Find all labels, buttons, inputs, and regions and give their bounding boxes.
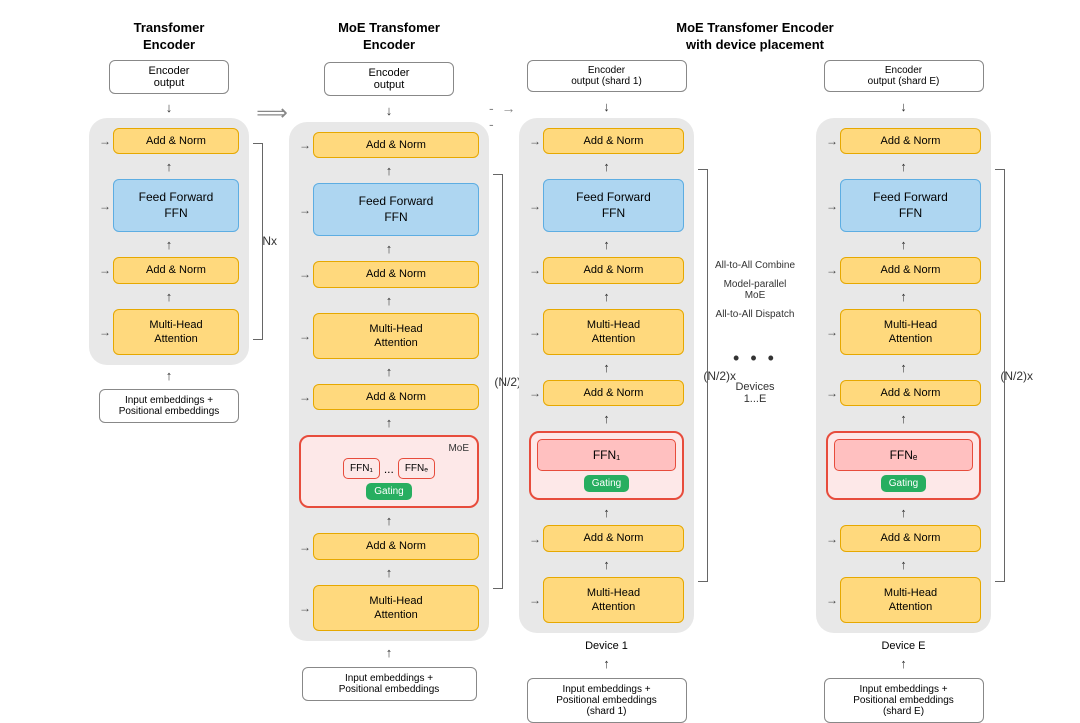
de-moe-ffn: FFNₑ [834,439,973,471]
arrow-1-2: ⟹ [249,20,289,126]
dots-middle: • • • [733,348,777,369]
moe-ffn-e: FFNₑ [398,458,435,479]
d1-gating: Gating [584,475,629,492]
te-attention: Multi-Head Attention [113,309,239,356]
te-arrow-add2: → [99,263,111,277]
d1-add-norm-1: Add & Norm [543,128,684,154]
de-input: Input embeddings + Positional embeddings… [824,678,984,723]
moe-dots: ... [384,462,394,476]
te-ffn: Feed Forward FFN [113,179,239,232]
moe-encoder-output-label: Encoder output [324,62,454,96]
de-moe-box: FFNₑ Gating [826,431,981,500]
de-encoder-box: (N/2)x → Add & Norm ↑ → Feed Forward FFN… [816,118,991,634]
de-add-norm-bot: Add & Norm [840,525,981,551]
d1-encoder-output: Encoder output (shard 1) [527,60,687,92]
de-add-norm-2: Add & Norm [840,257,981,283]
te-nx-label: Nx [262,234,277,248]
moe-add-norm-bottom: Add & Norm [313,533,479,559]
moe-device-section: MoE Transfomer Encoder with device place… [519,20,991,723]
d1-add-norm-pre: Add & Norm [543,380,684,406]
conn-label-combine: All-to-All Combine [715,260,795,271]
moe-attention-mid: Multi-Head Attention [313,313,479,360]
moe-ffn-top: Feed Forward FFN [313,183,479,236]
diagram-container: Transfomer Encoder Encoder output ↓ Nx →… [0,0,1080,653]
de-ffn: Feed Forward FFN [840,179,981,232]
moe-encoder-section: MoE Transfomer Encoder Encoder output ↓ … [289,20,489,701]
te-input: Input embeddings + Positional embeddings [99,389,239,423]
d1-ffn: Feed Forward FFN [543,179,684,232]
d1-attention-mid: Multi-Head Attention [543,309,684,356]
de-encoder-output: Encoder output (shard E) [824,60,984,92]
te-arrow-ffn: → [99,199,111,213]
de-add-norm-1: Add & Norm [840,128,981,154]
d1-attention-bot: Multi-Head Attention [543,577,684,624]
device-columns-wrapper: Encoder output (shard 1) ↓ (N/2)x → Add … [519,60,991,723]
d1-add-norm-bot: Add & Norm [543,525,684,551]
te-add-norm-2: Add & Norm [113,257,239,283]
device-e-col: Encoder output (shard E) ↓ (N/2)x → Add … [816,60,991,723]
d1-moe-box: FFN₁ Gating [529,431,684,500]
d1-moe-ffn: FFN₁ [537,439,676,471]
moe-gating: Gating [366,483,411,500]
te-v-arrow-1: ↑ [166,159,173,174]
moe-ffn-1: FFN₁ [343,458,380,479]
te-encoder-box: Nx → Add & Norm ↑ → Feed Forward FFN ↑ →… [89,118,249,365]
moe-add-norm-2: Add & Norm [313,261,479,287]
transformer-encoder-section: Transfomer Encoder Encoder output ↓ Nx →… [89,20,249,423]
conn-label-dispatch: All-to-All Dispatch [716,309,795,320]
conn-label-model-parallel: Model-parallel MoE [724,279,787,301]
te-v-arrow-3: ↑ [166,289,173,304]
transformer-encoder-title: Transfomer Encoder [134,20,205,54]
de-gating: Gating [881,475,926,492]
device-1-col: Encoder output (shard 1) ↓ (N/2)x → Add … [519,60,694,723]
arrow-2-3: - → - [489,20,519,132]
de-add-norm-pre: Add & Norm [840,380,981,406]
d1-input: Input embeddings + Positional embeddings… [527,678,687,723]
connection-labels: All-to-All Combine Model-parallel MoE Al… [700,60,810,405]
moe-encoder-box: (N/2)x → Add & Norm ↑ → Feed Forward FFN… [289,122,489,642]
moe-add-norm-pre: Add & Norm [313,384,479,410]
de-nx: (N/2)x [1000,369,1033,383]
de-device-label: Device E [881,640,925,652]
moe-ffn-row: FFN₁ ... FFNₑ [307,458,471,479]
moe-add-norm-top: Add & Norm [313,132,479,158]
moe-ffn-box: MoE FFN₁ ... FFNₑ Gating [299,435,479,508]
de-attention-bot: Multi-Head Attention [840,577,981,624]
d1-add-norm-2: Add & Norm [543,257,684,283]
moe-device-title: MoE Transfomer Encoder with device place… [676,20,833,54]
te-arrow-add1: → [99,134,111,148]
moe-encoder-title: MoE Transfomer Encoder [338,20,440,54]
moe-label-top: MoE [307,443,471,454]
te-arrow-attn: → [99,325,111,339]
te-down-arrow-2: ↑ [166,369,173,382]
moe-down-arrow-top: ↓ [386,103,393,118]
te-add-norm-1: Add & Norm [113,128,239,154]
de-attention-mid: Multi-Head Attention [840,309,981,356]
devices-label: Devices1...E [735,381,774,405]
d1-nx: (N/2)x [703,369,736,383]
moe-attention-bottom: Multi-Head Attention [313,585,479,632]
moe-input: Input embeddings + Positional embeddings [302,667,477,701]
d1-device-label: Device 1 [585,640,628,652]
d1-encoder-box: (N/2)x → Add & Norm ↑ → Feed Forward FFN… [519,118,694,634]
te-encoder-output-label: Encoder output [109,60,229,94]
te-down-arrow-1: ↓ [166,101,173,114]
te-v-arrow-2: ↑ [166,237,173,252]
